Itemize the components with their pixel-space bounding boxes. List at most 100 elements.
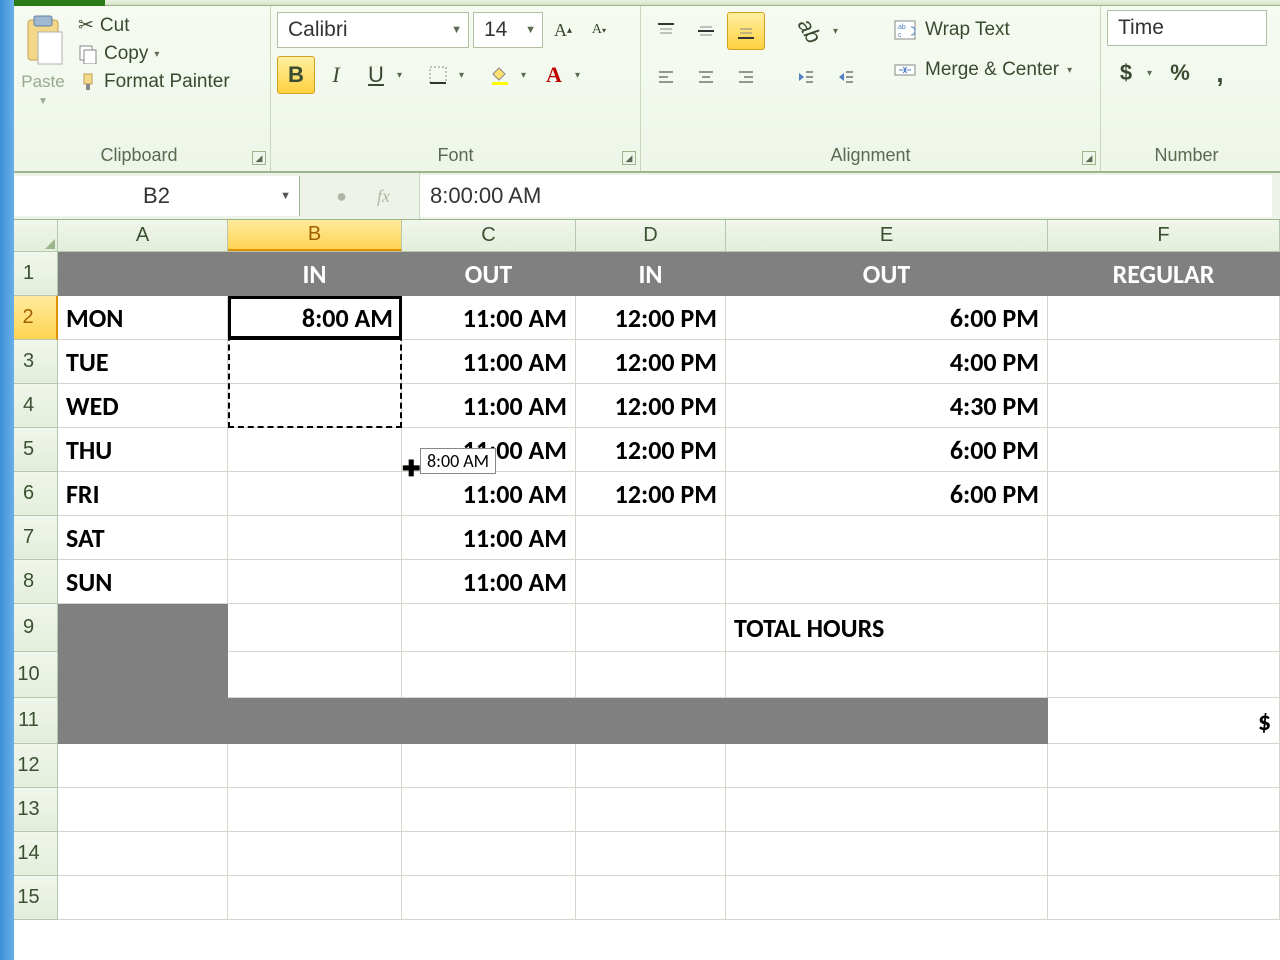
currency-button[interactable]: $ [1107,54,1145,92]
cell[interactable]: 12:00 PM [576,472,726,516]
cell[interactable] [1048,340,1280,384]
cell[interactable]: 4:00 PM [726,340,1048,384]
clipboard-launcher[interactable]: ◢ [252,151,266,165]
merge-center-button[interactable]: Merge & Center ▾ [887,52,1078,88]
paste-button[interactable]: Paste ▼ [14,10,72,111]
cell[interactable] [228,788,402,832]
cell[interactable] [1048,744,1280,788]
cell[interactable] [576,744,726,788]
cell[interactable]: 11:00 AM [402,340,576,384]
cell[interactable]: SAT [58,516,228,560]
percent-button[interactable]: % [1161,54,1199,92]
chevron-down-icon[interactable]: ▾ [1147,68,1159,79]
cell[interactable] [402,744,576,788]
wrap-text-button[interactable]: abc Wrap Text [887,12,1078,48]
cell[interactable] [228,472,402,516]
chevron-down-icon[interactable]: ▾ [833,26,845,37]
col-header-D[interactable]: D [576,220,726,251]
cell[interactable] [1048,652,1280,698]
cell[interactable] [58,252,228,296]
align-top-button[interactable] [647,12,685,50]
format-painter-button[interactable]: Format Painter [78,71,230,93]
cell[interactable]: 4:30 PM [726,384,1048,428]
cell[interactable] [576,604,726,652]
cell[interactable] [1048,604,1280,652]
cell[interactable]: OUT [402,252,576,296]
cell[interactable]: OUT [726,252,1048,296]
cell[interactable] [1048,788,1280,832]
italic-button[interactable]: I [317,56,355,94]
number-format-combo[interactable]: Time [1107,10,1267,46]
col-header-F[interactable]: F [1048,220,1280,251]
cell[interactable] [576,788,726,832]
grow-font-button[interactable]: A▴ [547,14,579,46]
cell[interactable]: THU [58,428,228,472]
cell[interactable]: IN [576,252,726,296]
cell[interactable] [58,832,228,876]
cell[interactable]: 12:00 PM [576,296,726,340]
cell[interactable]: 11:00 AM [402,384,576,428]
cell[interactable] [228,428,402,472]
spreadsheet-grid[interactable]: A B C D E F 1 IN OUT IN OUT REGULAR 2 MO… [0,220,1280,920]
font-name-combo[interactable]: Calibri ▼ [277,12,469,48]
cell[interactable] [1048,832,1280,876]
cell[interactable] [58,652,228,698]
font-size-combo[interactable]: 14 ▼ [473,12,543,48]
cell[interactable]: MON [58,296,228,340]
cell[interactable]: TUE [58,340,228,384]
font-launcher[interactable]: ◢ [622,151,636,165]
align-bottom-button[interactable] [727,12,765,50]
cell[interactable] [576,560,726,604]
fx-icon[interactable]: fx [367,186,407,207]
cell[interactable] [576,516,726,560]
cell[interactable] [576,832,726,876]
cell[interactable] [726,832,1048,876]
align-middle-button[interactable] [687,12,725,50]
align-left-button[interactable] [647,58,685,96]
cell[interactable] [58,604,228,652]
cell[interactable] [228,698,402,744]
col-header-E[interactable]: E [726,220,1048,251]
cell[interactable] [726,516,1048,560]
cell[interactable]: 11:00 AM [402,516,576,560]
cut-button[interactable]: ✂ Cut [78,14,230,37]
cell[interactable] [402,832,576,876]
col-header-A[interactable]: A [58,220,228,251]
cell[interactable] [228,604,402,652]
decrease-indent-button[interactable] [787,58,825,96]
cell[interactable] [726,560,1048,604]
chevron-down-icon[interactable]: ▾ [521,70,533,81]
cell[interactable]: 8:00 AM [228,296,402,340]
cell[interactable] [1048,876,1280,920]
cell[interactable] [228,560,402,604]
cell[interactable]: 12:00 PM [576,384,726,428]
cell[interactable] [228,652,402,698]
cell[interactable] [726,876,1048,920]
cell[interactable] [576,652,726,698]
cell[interactable]: 11:00 AM [402,296,576,340]
cell[interactable] [228,744,402,788]
cell[interactable] [228,340,402,384]
cell[interactable] [726,788,1048,832]
cell[interactable] [402,652,576,698]
cell[interactable] [1048,296,1280,340]
cell[interactable] [58,876,228,920]
cell[interactable] [726,744,1048,788]
cell[interactable]: $ [1048,698,1280,744]
cell[interactable] [1048,384,1280,428]
cell[interactable] [1048,428,1280,472]
cell[interactable] [1048,516,1280,560]
fill-color-button[interactable] [481,56,519,94]
orientation-button[interactable]: ab [787,12,831,50]
cell[interactable] [576,876,726,920]
name-box[interactable]: ▼ [14,176,300,216]
cell[interactable] [1048,472,1280,516]
increase-indent-button[interactable] [827,58,865,96]
cell[interactable] [228,876,402,920]
cell[interactable]: 11:00 AM [402,428,576,472]
cell[interactable]: 12:00 PM [576,340,726,384]
cell[interactable]: WED [58,384,228,428]
font-color-button[interactable]: A [535,56,573,94]
alignment-launcher[interactable]: ◢ [1082,151,1096,165]
cell[interactable]: 12:00 PM [576,428,726,472]
